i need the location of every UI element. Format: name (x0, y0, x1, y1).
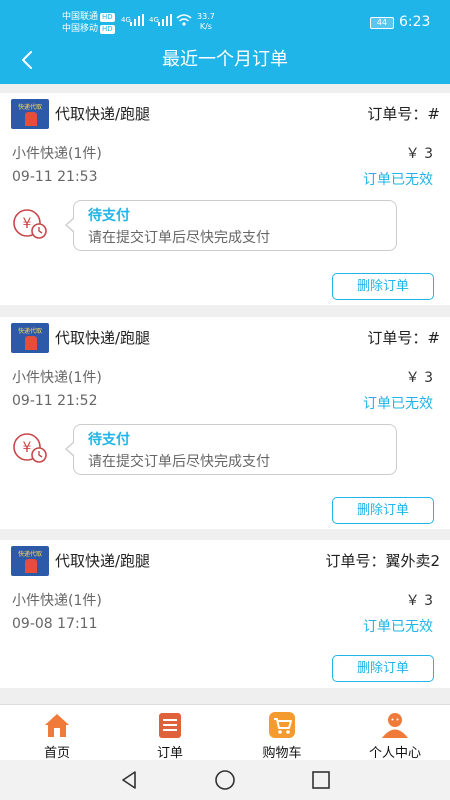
svg-text:¥: ¥ (23, 216, 32, 232)
cart-icon (269, 712, 295, 738)
order-price: ￥ 3 (405, 593, 433, 609)
home-icon (45, 714, 69, 737)
order-status: 订单已无效 (363, 619, 433, 635)
order-number: 订单号：# (367, 329, 440, 347)
wifi-icon (176, 14, 192, 26)
page-title: 最近一个月订单 (162, 49, 288, 70)
order-item: 小件快递(1件) (12, 146, 102, 162)
carrier-1: 中国联通 (62, 12, 99, 22)
order-item: 小件快递(1件) (12, 370, 102, 386)
order-card: 快递代取 代取快递/跑腿 订单号：# 小件快递(1件) ￥ 3 09-11 21… (0, 317, 450, 529)
payment-pending-icon: ¥ (13, 433, 47, 463)
system-nav-bar (0, 760, 450, 800)
svg-text:¥: ¥ (23, 440, 32, 456)
order-price: ￥ 3 (405, 146, 433, 162)
signal-icon (130, 14, 144, 26)
hd-badge: HD (100, 13, 115, 22)
shop-name: 代取快递/跑腿 (55, 552, 151, 570)
shop-name: 代取快递/跑腿 (55, 329, 151, 347)
tab-label: 订单 (156, 746, 183, 761)
tab-cart[interactable]: 购物车 (232, 711, 332, 761)
order-status: 订单已无效 (363, 172, 433, 188)
order-status: 订单已无效 (363, 396, 433, 412)
order-card: 快递代取 代取快递/跑腿 订单号：翼外卖2 小件快递(1件) ￥ 3 09-08… (0, 540, 450, 688)
bottom-tab-bar: 首页 订单 购物车 个人中心 (0, 704, 450, 761)
order-price: ￥ 3 (405, 370, 433, 386)
signal-icon (158, 14, 172, 26)
payment-bubble: 待支付 请在提交订单后尽快完成支付 (65, 200, 397, 251)
nav-home-icon[interactable] (213, 768, 237, 792)
network-speed: 33.7 K/s (197, 12, 215, 31)
nav-recents-icon[interactable] (309, 768, 333, 792)
tab-profile[interactable]: 个人中心 (345, 711, 445, 761)
payment-pending-icon: ¥ (13, 209, 47, 239)
battery-indicator: 44 (370, 17, 394, 29)
order-number: 订单号：# (367, 105, 440, 123)
order-time: 09-11 21:52 (12, 393, 98, 409)
tab-label: 购物车 (262, 746, 302, 761)
payment-title: 待支付 (88, 432, 130, 448)
tab-orders[interactable]: 订单 (120, 711, 220, 761)
delete-order-button[interactable]: 删除订单 (332, 497, 434, 524)
orders-icon (159, 713, 181, 738)
payment-message: 请在提交订单后尽快完成支付 (88, 454, 270, 470)
profile-icon (382, 713, 408, 738)
carrier-2: 中国移动 (62, 24, 99, 34)
tab-home[interactable]: 首页 (7, 711, 107, 761)
tab-label: 个人中心 (368, 746, 421, 761)
status-bar: 中国联通 HD 中国移动 HD 4G 4G 33.7 K/s 44 6:23 (0, 8, 450, 38)
payment-message: 请在提交订单后尽快完成支付 (88, 230, 270, 246)
status-time: 6:23 (399, 14, 431, 30)
delete-order-button[interactable]: 删除订单 (332, 273, 434, 300)
delete-order-button[interactable]: 删除订单 (332, 655, 434, 682)
shop-logo: 快递代取 (11, 99, 49, 129)
shop-logo: 快递代取 (11, 546, 49, 576)
shop-name: 代取快递/跑腿 (55, 105, 151, 123)
nav-back-icon[interactable] (117, 768, 141, 792)
carrier-info: 中国联通 HD 中国移动 HD (62, 11, 115, 35)
order-item: 小件快递(1件) (12, 593, 102, 609)
order-time: 09-08 17:11 (12, 616, 98, 632)
order-time: 09-11 21:53 (12, 169, 98, 185)
order-card: 快递代取 代取快递/跑腿 订单号：# 小件快递(1件) ￥ 3 09-11 21… (0, 93, 450, 305)
payment-title: 待支付 (88, 208, 130, 224)
hd-badge: HD (100, 25, 115, 34)
order-number: 订单号：翼外卖2 (325, 552, 440, 570)
app-header: 中国联通 HD 中国移动 HD 4G 4G 33.7 K/s 44 6:23 最近一… (0, 0, 450, 84)
shop-logo: 快递代取 (11, 323, 49, 353)
tab-label: 首页 (43, 746, 70, 761)
payment-bubble: 待支付 请在提交订单后尽快完成支付 (65, 424, 397, 475)
